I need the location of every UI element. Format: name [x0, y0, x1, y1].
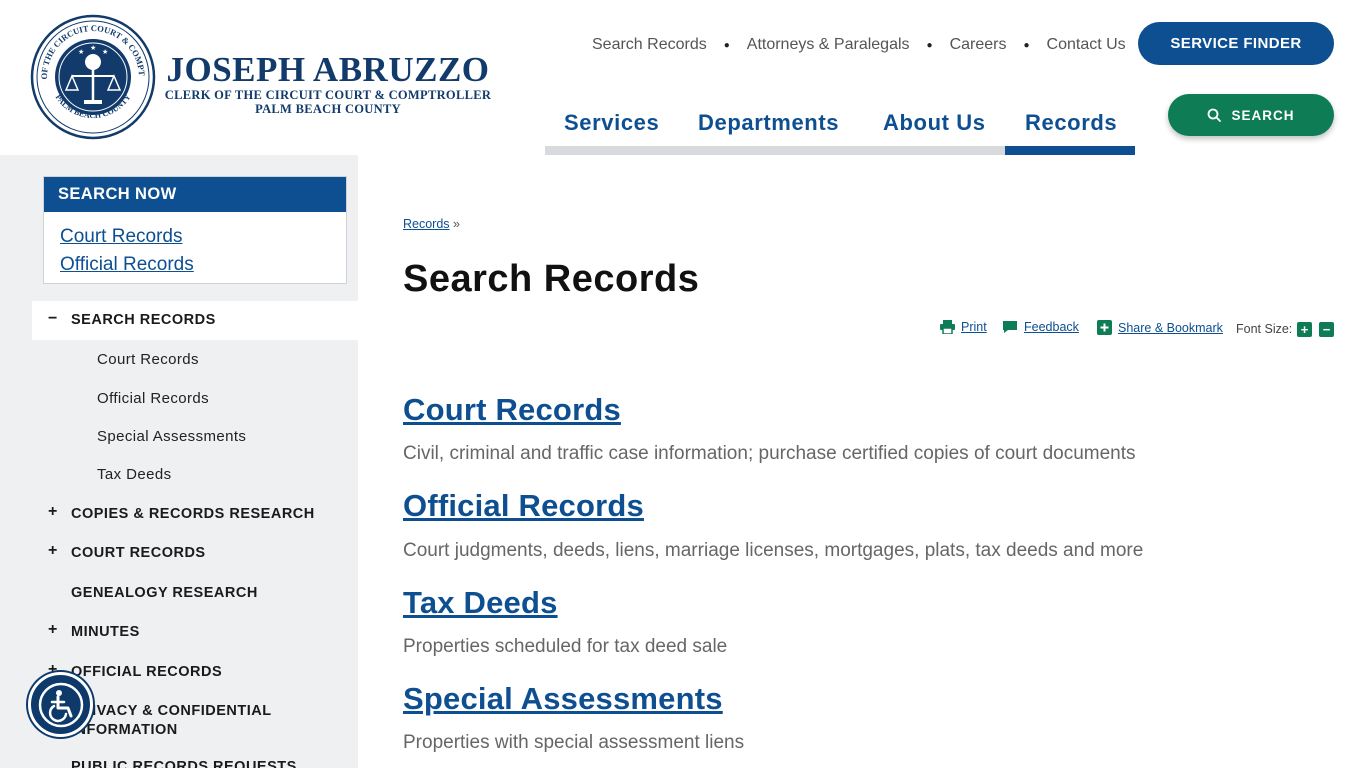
font-decrease-icon[interactable]: − — [1319, 322, 1334, 337]
service-finder-button[interactable]: SERVICE FINDER — [1138, 22, 1334, 65]
accessibility-button[interactable] — [28, 672, 93, 737]
svg-text:★: ★ — [102, 48, 108, 56]
search-now-official-records[interactable]: Official Records — [60, 251, 346, 279]
sidebar-item-copies-research[interactable]: COPIES & RECORDS RESEARCH — [71, 506, 315, 522]
sidebar-item-court-records[interactable]: COURT RECORDS — [71, 545, 206, 561]
utility-nav: Search Records ● Attorneys & Paralegals … — [592, 36, 1126, 54]
entry-official-records-link[interactable]: Official Records — [403, 488, 644, 524]
entry-special-assessments-desc: Properties with special assessment liens — [403, 732, 745, 753]
search-now-court-records[interactable]: Court Records — [60, 223, 346, 251]
search-now-title: SEARCH NOW — [44, 177, 346, 212]
search-now-box: SEARCH NOW Court Records Official Record… — [43, 176, 347, 284]
entry-special-assessments-link[interactable]: Special Assessments — [403, 681, 723, 717]
logo-text-block[interactable]: JOSEPH ABRUZZO CLERK OF THE CIRCUIT COUR… — [164, 50, 492, 117]
nav-about-us[interactable]: About Us — [883, 100, 986, 146]
sidebar-sub-court-records[interactable]: Court Records — [97, 351, 199, 368]
util-link-careers[interactable]: Careers — [950, 36, 1007, 54]
separator-dot: ● — [926, 39, 933, 51]
font-size-label: Font Size: — [1236, 322, 1293, 336]
sidebar-sub-tax-deeds[interactable]: Tax Deeds — [97, 466, 171, 483]
entry-official-records-desc: Court judgments, deeds, liens, marriage … — [403, 540, 1144, 561]
entry-court-records-desc: Civil, criminal and traffic case informa… — [403, 443, 1136, 464]
clerk-title: CLERK OF THE CIRCUIT COURT & COMPTROLLER — [164, 88, 492, 102]
util-link-attorneys[interactable]: Attorneys & Paralegals — [747, 36, 910, 54]
sidebar-item-minutes[interactable]: MINUTES — [71, 624, 140, 640]
page-tools: Print Feedback Share & Bookmark Font Siz… — [940, 320, 1336, 340]
speech-bubble-icon — [1003, 321, 1017, 333]
site-header: CLERK OF THE CIRCUIT COURT & COMPTROLLER… — [0, 0, 1366, 155]
feedback-tool[interactable]: Feedback — [1002, 320, 1079, 334]
sidebar-sub-official-records[interactable]: Official Records — [97, 390, 209, 407]
separator-dot: ● — [723, 39, 730, 51]
expand-icon[interactable]: + — [48, 503, 57, 521]
svg-text:★: ★ — [78, 48, 84, 56]
share-label: Share & Bookmark — [1118, 320, 1223, 335]
sidebar-item-official-records[interactable]: OFFICIAL RECORDS — [71, 664, 222, 680]
font-increase-icon[interactable]: + — [1297, 322, 1312, 337]
util-link-search-records[interactable]: Search Records — [592, 36, 707, 54]
breadcrumb-records[interactable]: Records — [403, 217, 450, 231]
entry-tax-deeds-desc: Properties scheduled for tax deed sale — [403, 636, 728, 657]
sidebar-item-search-records[interactable]: SEARCH RECORDS — [71, 312, 216, 328]
util-link-contact[interactable]: Contact Us — [1047, 36, 1126, 54]
collapse-icon[interactable]: − — [48, 310, 57, 328]
sidebar-item-public-records-requests[interactable]: PUBLIC RECORDS REQUESTS — [71, 759, 297, 768]
county-name: PALM BEACH COUNTY — [255, 102, 401, 116]
svg-text:★: ★ — [90, 44, 96, 52]
separator-dot: ● — [1023, 39, 1030, 51]
expand-icon[interactable]: + — [48, 621, 57, 639]
breadcrumb-separator: » — [453, 217, 460, 231]
entry-court-records-link[interactable]: Court Records — [403, 392, 621, 428]
nav-departments[interactable]: Departments — [698, 100, 839, 146]
plus-square-icon — [1097, 320, 1112, 335]
sidebar-item-privacy-line2[interactable]: INFORMATION — [71, 722, 178, 738]
printer-icon — [940, 320, 955, 334]
nav-underline — [545, 146, 1005, 155]
breadcrumb: Records » — [403, 217, 460, 231]
sidebar-item-genealogy[interactable]: GENEALOGY RESEARCH — [71, 585, 258, 601]
clerk-name: JOSEPH ABRUZZO — [166, 50, 490, 89]
print-tool[interactable]: Print — [940, 320, 987, 334]
service-finder-label: SERVICE FINDER — [1170, 35, 1302, 52]
print-label: Print — [961, 320, 987, 334]
nav-records[interactable]: Records — [1025, 100, 1117, 146]
nav-active-indicator — [1005, 146, 1135, 155]
accessibility-icon — [38, 682, 83, 727]
feedback-label: Feedback — [1024, 320, 1079, 334]
search-button[interactable]: SEARCH — [1168, 94, 1334, 136]
search-button-label: SEARCH — [1231, 107, 1295, 123]
expand-icon[interactable]: + — [48, 542, 57, 560]
search-icon — [1208, 108, 1222, 122]
sidebar-sub-special-assessments[interactable]: Special Assessments — [97, 428, 246, 445]
entry-tax-deeds-link[interactable]: Tax Deeds — [403, 585, 558, 621]
clerk-seal-logo[interactable]: CLERK OF THE CIRCUIT COURT & COMPTROLLER… — [30, 14, 156, 140]
sidebar-item-privacy[interactable]: PRIVACY & CONFIDENTIAL — [71, 703, 272, 719]
page-title: Search Records — [403, 258, 700, 300]
nav-services[interactable]: Services — [564, 100, 659, 146]
share-tool[interactable]: Share & Bookmark — [1097, 320, 1223, 335]
